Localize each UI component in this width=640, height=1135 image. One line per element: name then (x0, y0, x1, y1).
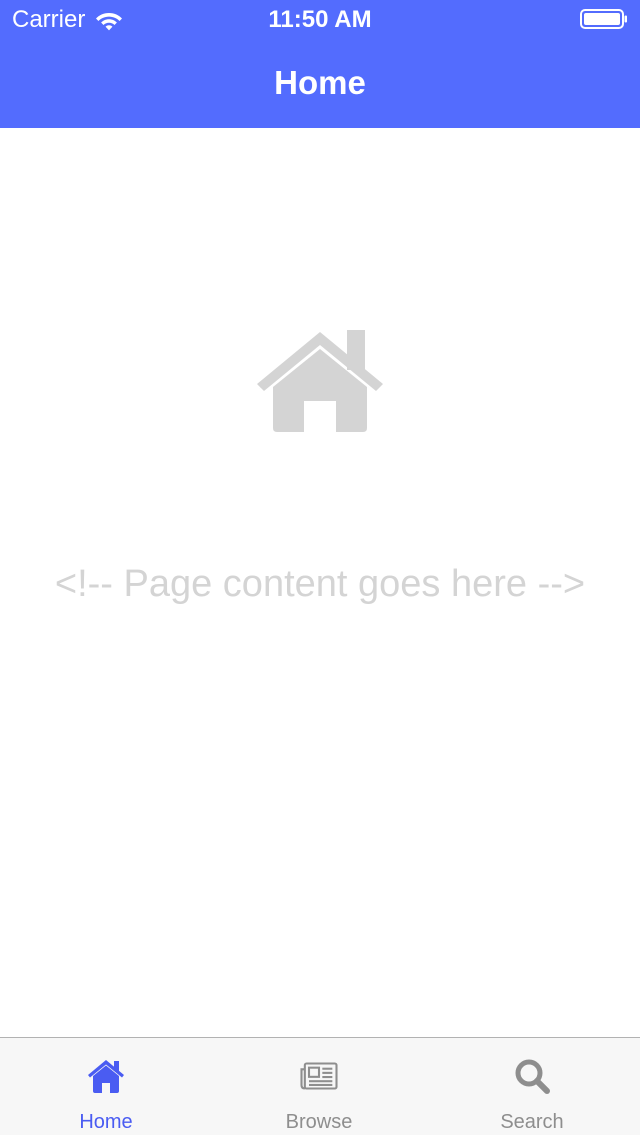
newspaper-icon (300, 1062, 338, 1090)
battery-icon (580, 9, 627, 29)
content-placeholder-text: <!-- Page content goes here --> (54, 563, 586, 605)
page-title: Home (274, 64, 366, 101)
tab-home-label: Home (79, 1111, 133, 1133)
tab-browse-label: Browse (285, 1111, 353, 1133)
tab-browse[interactable]: Browse (213, 1038, 425, 1135)
tab-home[interactable]: Home (0, 1038, 212, 1135)
search-icon (515, 1059, 550, 1094)
tab-search-label: Search (500, 1111, 564, 1133)
header-bar: Carrier 11:50 AM Home (0, 0, 640, 128)
app-screen: Carrier 11:50 AM Home <!-- Page content … (0, 0, 640, 1135)
status-time: 11:50 AM (268, 6, 372, 33)
tab-bar: Home Browse Search (0, 1037, 640, 1135)
home-icon (257, 330, 383, 432)
tab-search[interactable]: Search (426, 1038, 638, 1135)
home-icon (88, 1060, 124, 1093)
